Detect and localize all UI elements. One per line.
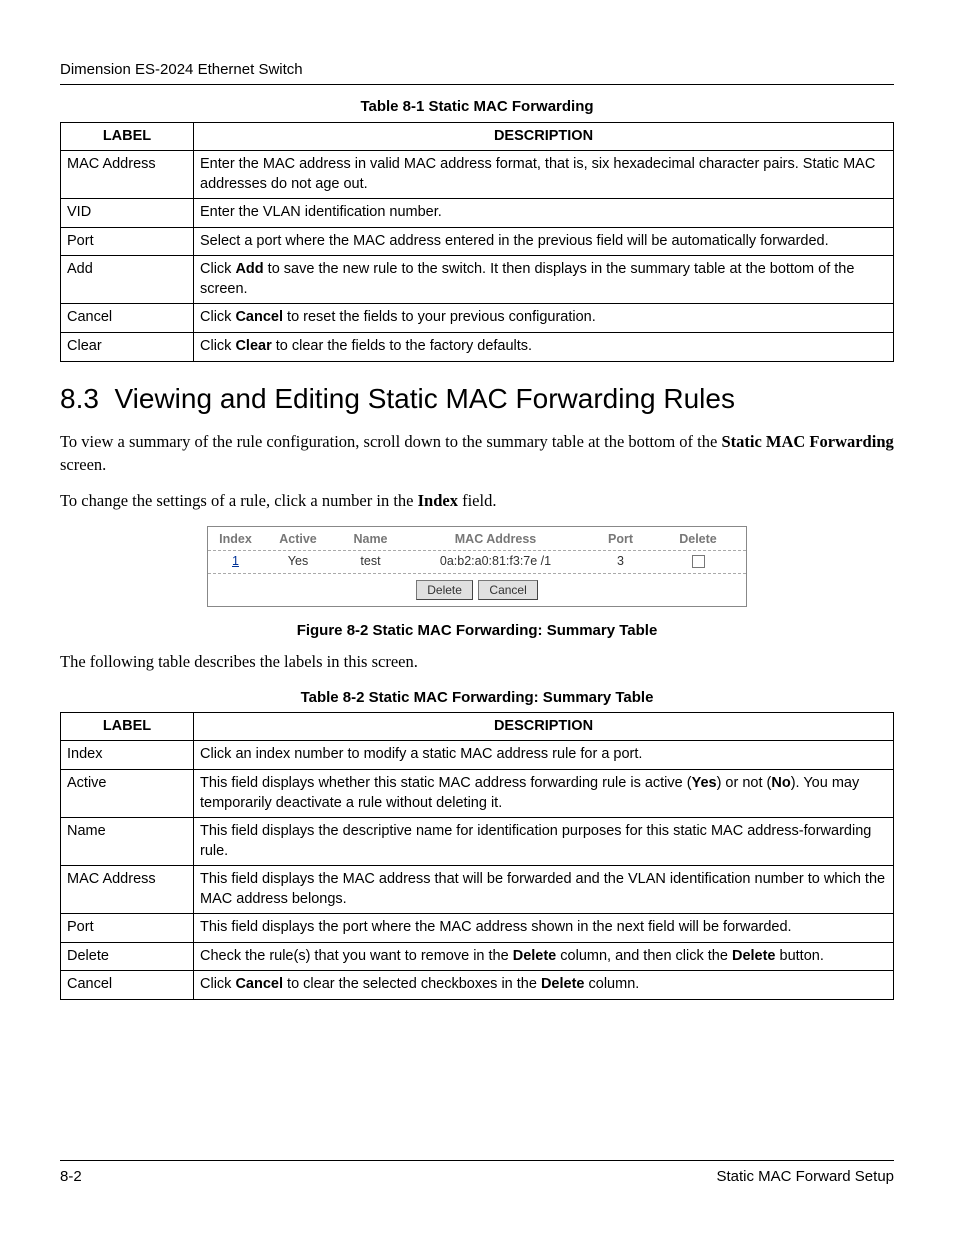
index-link[interactable]: 1 — [232, 554, 239, 568]
cell-description: Click Clear to clear the fields to the f… — [194, 333, 894, 362]
table-2: LABEL DESCRIPTION IndexClick an index nu… — [60, 712, 894, 1000]
cell-name: test — [333, 553, 408, 570]
cell-label: Name — [61, 818, 194, 866]
table-row: PortThis field displays the port where t… — [61, 914, 894, 943]
table-row: DeleteCheck the rule(s) that you want to… — [61, 942, 894, 971]
cell-active: Yes — [263, 553, 333, 570]
table-row: NameThis field displays the descriptive … — [61, 818, 894, 866]
cell-label: Cancel — [61, 971, 194, 1000]
footer-right: Static MAC Forward Setup — [716, 1167, 894, 1187]
table-1-caption: Table 8-1 Static MAC Forwarding — [60, 97, 894, 117]
summary-data-row: 1 Yes test 0a:b2:a0:81:f3:7e /1 3 — [208, 550, 746, 574]
table-row: CancelClick Cancel to clear the selected… — [61, 971, 894, 1000]
table-row: MAC AddressThis field displays the MAC a… — [61, 866, 894, 914]
table-row: IndexClick an index number to modify a s… — [61, 741, 894, 770]
col-header-mac: MAC Address — [408, 531, 583, 548]
cell-label: VID — [61, 199, 194, 228]
cancel-button[interactable]: Cancel — [478, 580, 537, 600]
footer-left: 8-2 — [60, 1167, 82, 1187]
col-header-name: Name — [333, 531, 408, 548]
cell-mac: 0a:b2:a0:81:f3:7e /1 — [408, 553, 583, 570]
paragraph-1: To view a summary of the rule configurat… — [60, 431, 894, 476]
paragraph-3: The following table describes the labels… — [60, 651, 894, 673]
cell-delete — [658, 553, 738, 570]
col-header-port: Port — [583, 531, 658, 548]
table-2-col-label: LABEL — [61, 712, 194, 741]
table-row: CancelClick Cancel to reset the fields t… — [61, 304, 894, 333]
cell-label: MAC Address — [61, 151, 194, 199]
page-footer: 8-2 Static MAC Forward Setup — [60, 1160, 894, 1187]
table-row: VIDEnter the VLAN identification number. — [61, 199, 894, 228]
cell-description: This field displays the port where the M… — [194, 914, 894, 943]
cell-label: Delete — [61, 942, 194, 971]
cell-label: Index — [61, 741, 194, 770]
delete-button[interactable]: Delete — [416, 580, 473, 600]
col-header-delete: Delete — [658, 531, 738, 548]
cell-description: This field displays the MAC address that… — [194, 866, 894, 914]
section-number: 8.3 — [60, 383, 99, 414]
summary-box: Index Active Name MAC Address Port Delet… — [207, 526, 747, 607]
section-title: Viewing and Editing Static MAC Forwardin… — [115, 383, 735, 414]
header-title: Dimension ES-2024 Ethernet Switch — [60, 61, 303, 78]
cell-description: Enter the VLAN identification number. — [194, 199, 894, 228]
delete-checkbox[interactable] — [692, 555, 705, 568]
summary-header-row: Index Active Name MAC Address Port Delet… — [208, 527, 746, 550]
cell-description: Click Add to save the new rule to the sw… — [194, 256, 894, 304]
cell-label: Port — [61, 227, 194, 256]
table-row: ClearClick Clear to clear the fields to … — [61, 333, 894, 362]
cell-description: Click an index number to modify a static… — [194, 741, 894, 770]
figure-caption: Figure 8-2 Static MAC Forwarding: Summar… — [60, 621, 894, 641]
figure-summary-table: Index Active Name MAC Address Port Delet… — [207, 526, 747, 607]
cell-description: This field displays whether this static … — [194, 769, 894, 817]
table-2-col-desc: DESCRIPTION — [194, 712, 894, 741]
cell-label: MAC Address — [61, 866, 194, 914]
table-1-col-desc: DESCRIPTION — [194, 122, 894, 151]
summary-button-row: Delete Cancel — [208, 574, 746, 606]
col-header-active: Active — [263, 531, 333, 548]
table-1: LABEL DESCRIPTION MAC AddressEnter the M… — [60, 122, 894, 362]
cell-label: Add — [61, 256, 194, 304]
cell-description: This field displays the descriptive name… — [194, 818, 894, 866]
cell-description: Select a port where the MAC address ente… — [194, 227, 894, 256]
table-row: AddClick Add to save the new rule to the… — [61, 256, 894, 304]
page-header: Dimension ES-2024 Ethernet Switch — [60, 60, 894, 85]
cell-label: Clear — [61, 333, 194, 362]
table-2-body: IndexClick an index number to modify a s… — [61, 741, 894, 1000]
cell-label: Port — [61, 914, 194, 943]
section-heading: 8.3 Viewing and Editing Static MAC Forwa… — [60, 380, 894, 418]
paragraph-2: To change the settings of a rule, click … — [60, 490, 894, 512]
cell-description: Click Cancel to clear the selected check… — [194, 971, 894, 1000]
table-1-col-label: LABEL — [61, 122, 194, 151]
table-row: MAC AddressEnter the MAC address in vali… — [61, 151, 894, 199]
table-1-body: MAC AddressEnter the MAC address in vali… — [61, 151, 894, 362]
cell-description: Check the rule(s) that you want to remov… — [194, 942, 894, 971]
table-row: ActiveThis field displays whether this s… — [61, 769, 894, 817]
cell-label: Cancel — [61, 304, 194, 333]
cell-label: Active — [61, 769, 194, 817]
table-2-caption: Table 8-2 Static MAC Forwarding: Summary… — [60, 688, 894, 708]
col-header-index: Index — [208, 531, 263, 548]
cell-port: 3 — [583, 553, 658, 570]
cell-description: Enter the MAC address in valid MAC addre… — [194, 151, 894, 199]
cell-description: Click Cancel to reset the fields to your… — [194, 304, 894, 333]
table-row: PortSelect a port where the MAC address … — [61, 227, 894, 256]
